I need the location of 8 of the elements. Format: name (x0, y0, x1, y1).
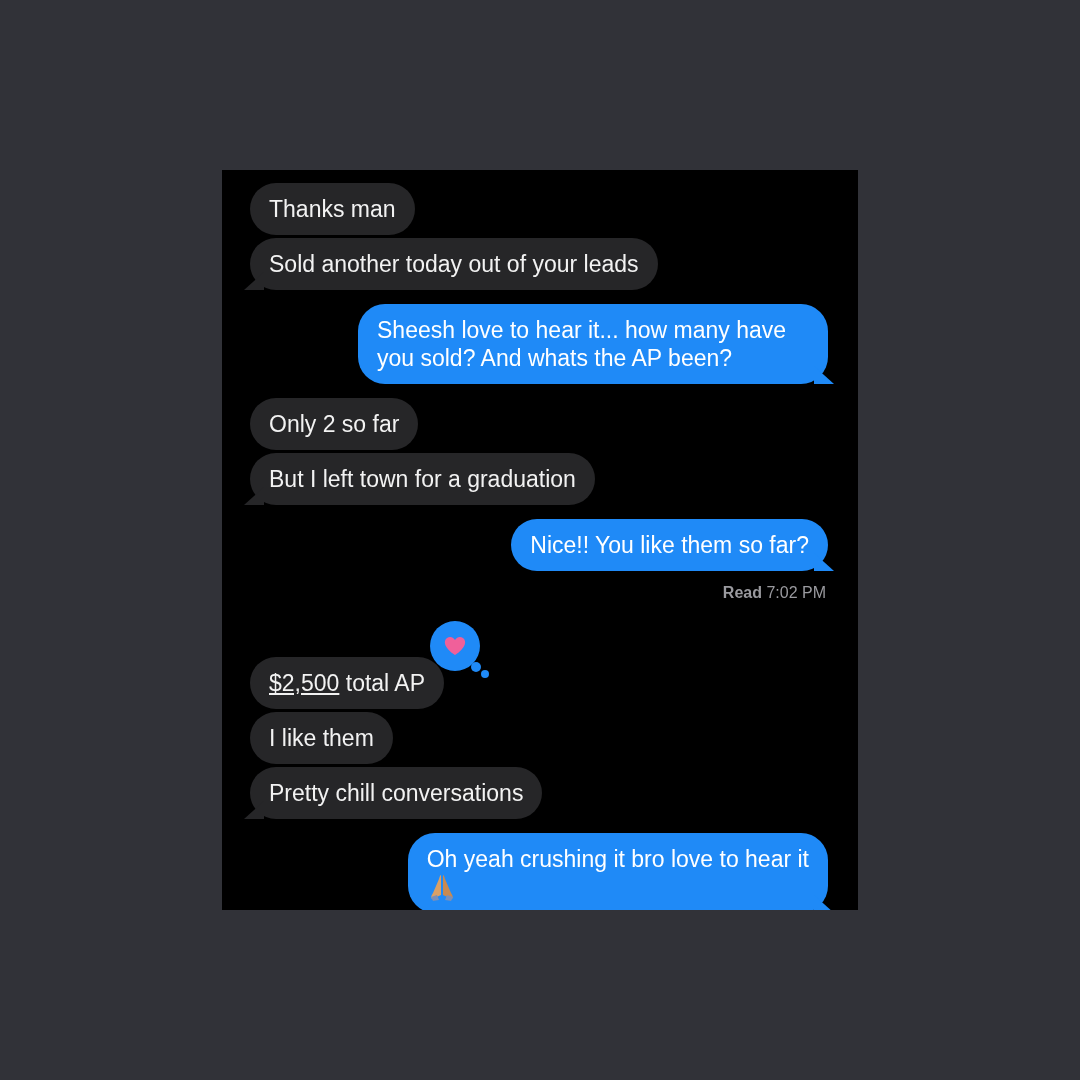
message-text: total AP (345, 670, 426, 696)
message-text: Oh yeah crushing it bro love to hear it (426, 846, 809, 872)
read-receipt: Read 7:02 PM (722, 583, 826, 603)
message-bubble: Only 2 so far (250, 398, 419, 450)
amount-link[interactable]: $2,500 (269, 670, 340, 696)
heart-reaction-icon[interactable] (430, 621, 491, 679)
message-bubble: Thanks man (250, 183, 415, 235)
message-bubble: I like them (250, 712, 393, 764)
